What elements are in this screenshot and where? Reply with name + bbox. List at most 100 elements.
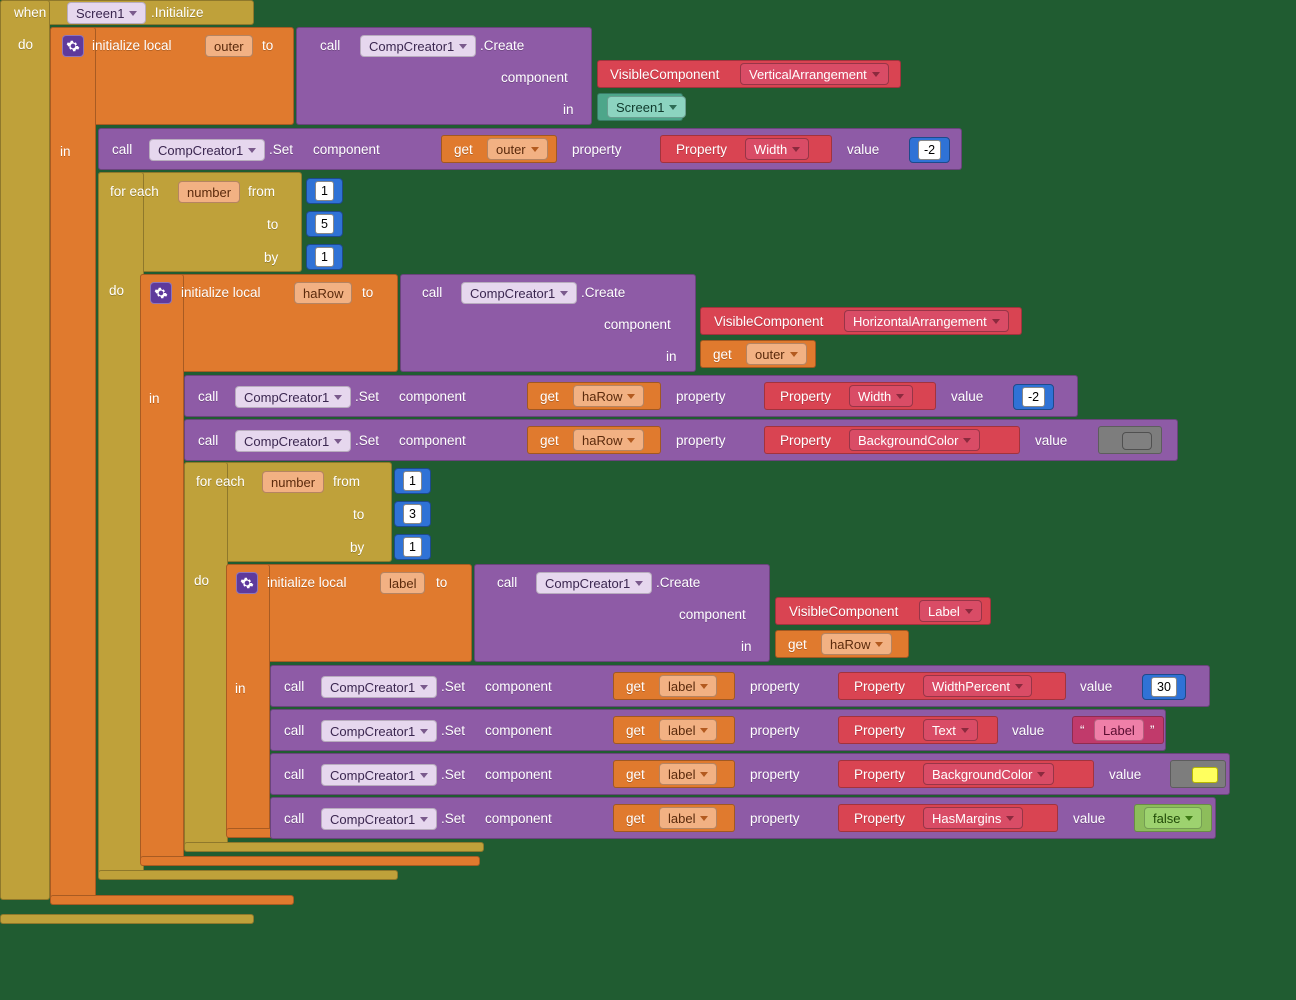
num-to-5[interactable]: 5 — [306, 211, 343, 237]
property-text-6: Property — [854, 767, 905, 782]
num-30[interactable]: 30 — [1142, 674, 1186, 700]
value-label-5: value — [1012, 723, 1044, 738]
num-by-1[interactable]: 1 — [306, 244, 343, 270]
property-text-5: Property — [854, 723, 905, 738]
gear-icon-3[interactable] — [236, 572, 258, 594]
call-label-10: call — [284, 811, 304, 826]
width-dd-1[interactable]: Width — [745, 138, 809, 160]
value-label-4: value — [1080, 679, 1112, 694]
compcreator-dd-3[interactable]: CompCreator1 — [461, 282, 577, 304]
foreach-outer-foot — [98, 870, 398, 880]
false-dd[interactable]: false — [1144, 807, 1202, 829]
gear-icon[interactable] — [62, 35, 84, 57]
bg-dd-1[interactable]: BackgroundColor — [849, 429, 980, 451]
harow-dd-1[interactable]: haRow — [573, 385, 644, 407]
compcreator-dd-9[interactable]: CompCreator1 — [321, 764, 437, 786]
num-neg2-2[interactable]: -2 — [1013, 384, 1054, 410]
widthpct-dd[interactable]: WidthPercent — [923, 675, 1032, 697]
compcreator-dd-6[interactable]: CompCreator1 — [536, 572, 652, 594]
get-label-7: get — [626, 723, 645, 738]
bg-dd-2[interactable]: BackgroundColor — [923, 763, 1054, 785]
harow-dd-2[interactable]: haRow — [573, 429, 644, 451]
gear-icon-2[interactable] — [150, 282, 172, 304]
get-label-6: get — [626, 679, 645, 694]
component-label-1: component — [501, 70, 568, 85]
call-label-1: call — [320, 38, 340, 53]
property-text-3: Property — [780, 433, 831, 448]
init-local-label-2: initialize local — [181, 285, 261, 300]
property-label-5: property — [750, 723, 800, 738]
compcreator-dd-8[interactable]: CompCreator1 — [321, 720, 437, 742]
label-dd-1[interactable]: label — [659, 675, 717, 697]
label-comp-dd[interactable]: Label — [919, 600, 982, 622]
blockly-workspace[interactable]: when Screen1 .Initialize do initialize l… — [0, 0, 1234, 924]
component-label-3: component — [604, 317, 671, 332]
value-label-1: value — [847, 142, 879, 157]
component-label-6: component — [679, 607, 746, 622]
var-label[interactable]: label — [380, 572, 425, 594]
foreach-inner-foot — [184, 842, 484, 852]
do-label-3: do — [194, 573, 209, 588]
compcreator-dd-7[interactable]: CompCreator1 — [321, 676, 437, 698]
num-from-1b[interactable]: 1 — [394, 468, 431, 494]
value-label-7: value — [1073, 811, 1105, 826]
do-label: do — [18, 37, 33, 52]
set-label-7: .Set — [441, 811, 465, 826]
var-outer[interactable]: outer — [205, 35, 253, 57]
compcreator-dd-2[interactable]: CompCreator1 — [149, 139, 265, 161]
property-text-1: Property — [676, 142, 727, 157]
num-neg2-1[interactable]: -2 — [909, 137, 950, 163]
text-dd[interactable]: Text — [923, 719, 978, 741]
property-label-1: property — [572, 142, 622, 157]
component-label-4: component — [399, 389, 466, 404]
compcreator-dd-1[interactable]: CompCreator1 — [360, 35, 476, 57]
quote-open: “ — [1080, 723, 1085, 738]
number-var-1[interactable]: number — [178, 181, 240, 203]
init-local-label: initialize local — [92, 38, 172, 53]
label-dd-2[interactable]: label — [659, 719, 717, 741]
margins-dd[interactable]: HasMargins — [923, 807, 1023, 829]
set-label-1: .Set — [269, 142, 293, 157]
outer-dd-1[interactable]: outer — [487, 138, 548, 160]
viscomp-label-3: VisibleComponent — [789, 604, 898, 619]
property-label-2: property — [676, 389, 726, 404]
get-label-3: get — [540, 389, 559, 404]
num-to-3[interactable]: 3 — [394, 501, 431, 527]
to-label-4: to — [436, 575, 447, 590]
harow-dd-3[interactable]: haRow — [821, 633, 892, 655]
vertical-dd[interactable]: VerticalArrangement — [740, 63, 889, 85]
compcreator-dd-10[interactable]: CompCreator1 — [321, 808, 437, 830]
from-label-1: from — [248, 184, 275, 199]
get-label-9: get — [626, 811, 645, 826]
property-label-4: property — [750, 679, 800, 694]
set-label-5: .Set — [441, 723, 465, 738]
to-label: to — [262, 38, 273, 53]
call-label-3: call — [422, 285, 442, 300]
number-var-2[interactable]: number — [262, 471, 324, 493]
init-local-outer-side — [50, 27, 96, 903]
compcreator-dd-4[interactable]: CompCreator1 — [235, 386, 351, 408]
call-label-8: call — [284, 723, 304, 738]
in-label-3: in — [666, 349, 677, 364]
init-local-outer-foot — [50, 895, 294, 905]
in-label-5: in — [741, 639, 752, 654]
viscomp-label-1: VisibleComponent — [610, 67, 719, 82]
string-label-text[interactable]: Label — [1094, 719, 1144, 741]
outer-dd-2[interactable]: outer — [746, 343, 807, 365]
var-harow[interactable]: haRow — [294, 282, 352, 304]
by-label-1: by — [264, 250, 278, 265]
horiz-dd[interactable]: HorizontalArrangement — [844, 310, 1009, 332]
num-from-1[interactable]: 1 — [306, 178, 343, 204]
label-dd-3[interactable]: label — [659, 763, 717, 785]
width-dd-2[interactable]: Width — [849, 385, 913, 407]
get-label-4: get — [540, 433, 559, 448]
compcreator-dd-5[interactable]: CompCreator1 — [235, 430, 351, 452]
gray-swatch — [1122, 432, 1152, 450]
label-dd-4[interactable]: label — [659, 807, 717, 829]
when-label: when — [14, 5, 46, 20]
screen1-dd-2[interactable]: Screen1 — [607, 96, 686, 118]
screen1-dropdown[interactable]: Screen1 — [67, 2, 146, 24]
component-label-10: component — [485, 811, 552, 826]
num-by-1b[interactable]: 1 — [394, 534, 431, 560]
call-label-7: call — [284, 679, 304, 694]
